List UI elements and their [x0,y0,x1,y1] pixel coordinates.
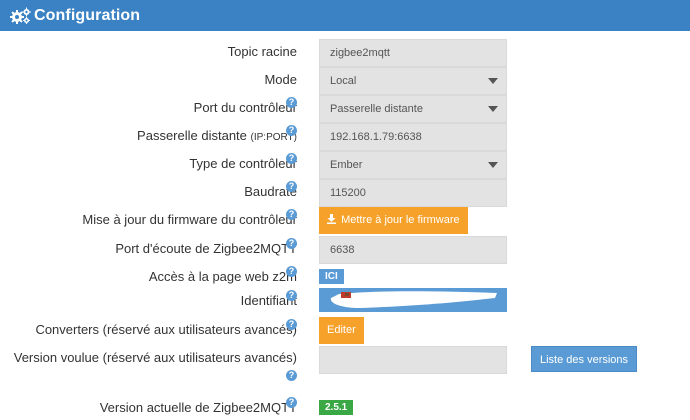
help-icon[interactable]: ? [286,319,297,330]
page-title: Configuration [34,6,141,24]
topic-racine-input[interactable]: zigbee2mqtt [319,39,507,67]
chevron-down-icon [488,106,498,112]
type-controleur-value: Ember [330,159,363,171]
converters-label: Converters (réservé aux utilisateurs ava… [35,322,297,337]
passerelle-distante-input[interactable]: 192.168.1.79:6638 [319,123,507,151]
redaction-scribble [330,291,497,308]
ici-link[interactable]: ICI [319,269,344,284]
version-actuelle-label: Version actuelle de Zigbee2MQTT [99,400,297,415]
panel-header: Configuration [0,0,690,31]
topic-racine-label: Topic racine [227,44,297,59]
port-controleur-select[interactable]: Passerelle distante [319,95,507,123]
help-icon[interactable]: ? [286,181,297,192]
chevron-down-icon [488,162,498,168]
liste-versions-button[interactable]: Liste des versions [531,346,638,372]
passerelle-distante-label: Passerelle distante (IP:PORT) [137,128,297,143]
mode-select[interactable]: Local [319,67,507,95]
update-firmware-label: Mettre à jour le firmware [341,214,460,226]
help-icon[interactable]: ? [286,125,297,136]
help-icon[interactable]: ? [286,209,297,220]
port-ecoute-label: Port d'écoute de Zigbee2MQTT [115,241,297,256]
help-icon[interactable]: ? [286,370,297,381]
editer-button[interactable]: Editer [319,317,364,344]
mode-value: Local [330,75,357,87]
acces-web-label: Accès à la page web z2m [148,269,297,284]
help-icon[interactable]: ? [286,290,297,301]
version-voulue-input[interactable] [319,346,507,374]
port-controleur-label: Port du contrôleur [193,100,297,115]
passerelle-distante-label-text: Passerelle distante [137,128,247,143]
baudrate-input[interactable]: 115200 [319,179,507,207]
version-voulue-label: Version voulue (réservé aux utilisateurs… [13,350,297,365]
identifiant-input[interactable] [319,288,507,312]
help-icon[interactable]: ? [286,153,297,164]
firmware-label: Mise à jour du firmware du contrôleur [82,212,297,227]
type-controleur-select[interactable]: Ember [319,151,507,179]
cogs-icon [10,7,31,24]
help-icon[interactable]: ? [286,97,297,108]
type-controleur-label: Type de contrôleur [189,156,297,171]
version-actuelle-badge: 2.5.1 [319,400,354,415]
help-icon[interactable]: ? [286,266,297,277]
chevron-down-icon [488,78,498,84]
download-icon [327,214,336,224]
port-ecoute-input[interactable]: 6638 [319,236,507,264]
port-controleur-value: Passerelle distante [330,103,423,115]
help-icon[interactable]: ? [286,238,297,249]
mode-label: Mode [264,72,297,87]
update-firmware-button[interactable]: Mettre à jour le firmware [319,207,468,234]
help-icon[interactable]: ? [286,397,297,408]
